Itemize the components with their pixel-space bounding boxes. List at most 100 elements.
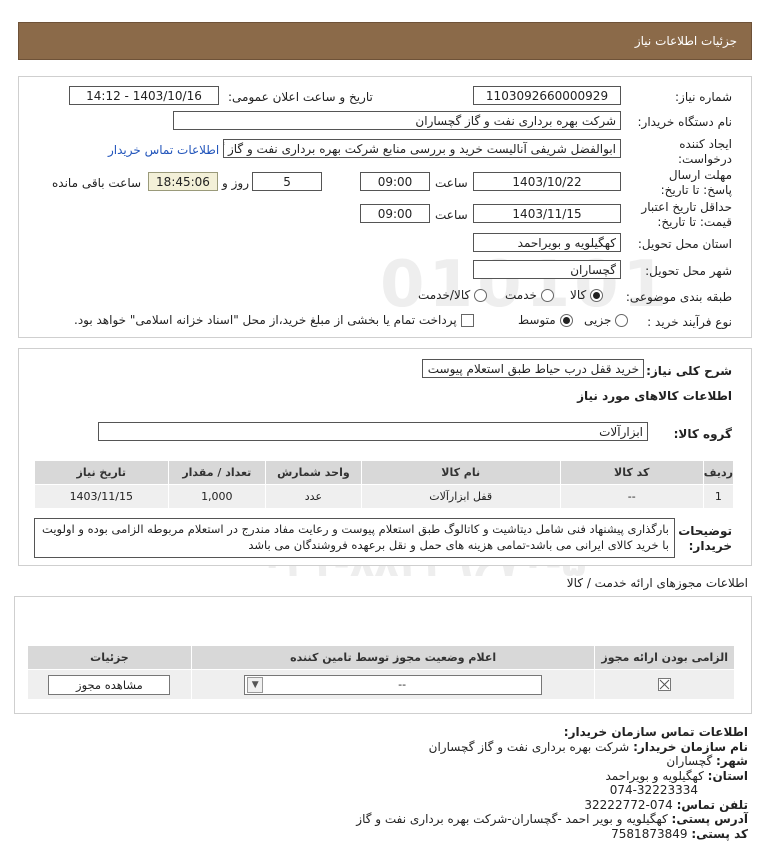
goods-table: ردیف کد کالا نام کالا واحد شمارش تعداد /… <box>34 460 735 509</box>
col-permit-status: اعلام وضعیت مجوز توسط تامین کننده <box>190 645 596 670</box>
remaining-time-label: ساعت باقی مانده <box>52 176 142 190</box>
contact-province-value: کهگیلویه و بویراحمد <box>605 768 704 783</box>
contact-postal-label: کد پستی: <box>691 826 748 841</box>
contact-city-label: شهر: <box>716 754 748 768</box>
category-goods-service-radio[interactable] <box>474 288 488 302</box>
col-code: کد کالا <box>559 460 704 485</box>
process-minor-radio[interactable] <box>615 313 629 327</box>
contact-province-label: استان: <box>707 768 748 783</box>
process-option-minor[interactable]: جزیی <box>584 313 629 327</box>
cell-permit-required <box>594 669 735 700</box>
contact-city: شهر: گچساران <box>8 754 748 769</box>
buyer-notes-label: توضیحات خریدار: <box>678 524 732 553</box>
col-permit-details: جزئیات <box>27 645 192 670</box>
buyer-field: شرکت بهره برداری نفت و گاز گچساران <box>173 111 621 130</box>
category-option-service[interactable]: خدمت <box>505 288 554 302</box>
permits-table: الزامی بودن ارائه مجوز اعلام وضعیت مجوز … <box>27 645 735 700</box>
permits-table-header: الزامی بودن ارائه مجوز اعلام وضعیت مجوز … <box>27 645 735 670</box>
col-permit-required: الزامی بودن ارائه مجوز <box>594 645 735 670</box>
validity-label: حداقل تاریخ اعتبار قیمت: تا تاریخ: <box>641 200 732 229</box>
contact-fax-value: 074-32223334 <box>609 783 698 797</box>
cell-code: -- <box>559 484 704 509</box>
col-name: نام کالا <box>360 460 561 485</box>
days-field: 5 <box>252 172 322 191</box>
contact-org: نام سازمان خریدار: شرکت بهره برداری نفت … <box>8 740 748 755</box>
contact-postal-value: 7581873849 <box>611 826 688 841</box>
contact-org-label: نام سازمان خریدار: <box>633 739 748 754</box>
buyer-contact-link[interactable]: اطلاعات تماس خریدار <box>108 143 219 157</box>
col-date: تاریخ نیاز <box>34 460 169 485</box>
contact-phone: تلفن تماس: 074-32222772 <box>8 798 748 813</box>
city-label: شهر محل تحویل: <box>645 264 732 278</box>
chevron-down-icon[interactable]: ▼ <box>247 676 264 693</box>
permit-status-select[interactable]: -- ▼ <box>244 674 543 695</box>
treasury-option[interactable]: پرداخت تمام یا بخشی از مبلغ خرید،از محل … <box>74 313 474 327</box>
buyer-notes-box: بارگذاری پیشنهاد فنی شامل دیتاشیت و کاتا… <box>34 518 675 558</box>
creator-field: ابوالفضل شریفی آنالیست خرید و بررسی مناب… <box>223 139 621 158</box>
goods-group-field: ابزارآلات <box>98 422 648 441</box>
summary-field: خرید قفل درب حیاط طبق استعلام پیوست <box>422 359 644 378</box>
category-goods-label: کالا <box>570 288 587 302</box>
need-number-field: 1103092660000929 <box>473 86 621 105</box>
announce-field: 1403/10/16 - 14:12 <box>69 86 219 105</box>
cell-row: 1 <box>702 484 735 509</box>
cell-qty: 1,000 <box>167 484 267 509</box>
col-row: ردیف <box>702 460 735 485</box>
contact-province: استان: کهگیلویه و بویراحمد <box>8 769 748 784</box>
days-label: روز و <box>222 176 249 190</box>
category-label: طبقه بندی موضوعی: <box>625 290 732 304</box>
cell-permit-status: -- ▼ <box>190 669 596 700</box>
contact-title: اطلاعات تماس سازمان خریدار: <box>563 725 748 739</box>
category-service-radio[interactable] <box>540 288 554 302</box>
contact-city-value: گچساران <box>666 754 713 768</box>
buyer-label: نام دستگاه خریدار: <box>637 115 733 129</box>
deadline-label: مهلت ارسال پاسخ: تا تاریخ: <box>660 168 732 197</box>
category-option-goods-service[interactable]: کالا/خدمت <box>418 288 488 302</box>
category-option-goods[interactable]: کالا <box>570 288 604 302</box>
deadline-time-label: ساعت <box>435 176 468 190</box>
category-goods-radio[interactable] <box>590 288 604 302</box>
process-minor-label: جزیی <box>584 313 612 327</box>
deadline-date-field: 1403/10/22 <box>473 172 621 191</box>
need-number-label: شماره نیاز: <box>675 90 732 104</box>
permit-status-value: -- <box>398 678 407 691</box>
col-qty: تعداد / مقدار <box>167 460 267 485</box>
announce-label: تاریخ و ساعت اعلان عمومی: <box>228 90 373 104</box>
validity-time-field: 09:00 <box>360 204 430 223</box>
province-label: استان محل تحویل: <box>637 237 732 251</box>
view-permit-button[interactable]: مشاهده مجوز <box>48 674 171 695</box>
cell-unit: عدد <box>265 484 362 509</box>
contact-postal: کد پستی: 7581873849 <box>8 827 748 842</box>
contact-address-label: آدرس پستی: <box>671 812 748 826</box>
col-unit: واحد شمارش <box>265 460 362 485</box>
contact-org-value: شرکت بهره برداری نفت و گاز گچساران <box>428 739 630 754</box>
category-service-label: خدمت <box>505 288 537 302</box>
contact-address: آدرس پستی: کهگیلویه و بویر احمد -گچساران… <box>8 812 748 827</box>
contact-address-value: کهگیلویه و بویر احمد -گچساران-شرکت بهره … <box>356 812 668 826</box>
treasury-checkbox[interactable] <box>460 313 474 327</box>
process-label: نوع فرآیند خرید : <box>647 315 732 329</box>
cell-date: 1403/11/15 <box>34 484 169 509</box>
creator-label: ایجاد کننده درخواست: <box>678 137 732 166</box>
remaining-time-field: 18:45:06 <box>148 172 218 191</box>
table-row: -- ▼ مشاهده مجوز <box>27 669 735 700</box>
table-row: 1 -- قفل ابزارآلات عدد 1,000 1403/11/15 <box>34 484 735 509</box>
process-medium-radio[interactable] <box>559 313 573 327</box>
page-title: جزئیات اطلاعات نیاز <box>634 34 737 48</box>
contact-phone-value: 074-32222772 <box>584 797 673 812</box>
cell-name: قفل ابزارآلات <box>360 484 561 509</box>
contact-phone-label: تلفن تماس: <box>676 797 748 812</box>
deadline-time-field: 09:00 <box>360 172 430 191</box>
goods-table-header: ردیف کد کالا نام کالا واحد شمارش تعداد /… <box>34 460 735 485</box>
treasury-note: پرداخت تمام یا بخشی از مبلغ خرید،از محل … <box>74 313 457 327</box>
page-header: جزئیات اطلاعات نیاز <box>18 22 752 60</box>
summary-label: شرح کلی نیاز: <box>646 364 732 378</box>
buyer-contact-section: اطلاعات تماس سازمان خریدار: نام سازمان خ… <box>8 725 748 841</box>
required-checkbox <box>658 678 672 692</box>
goods-info-title: اطلاعات کالاهای مورد نیاز <box>577 389 732 403</box>
validity-date-field: 1403/11/15 <box>473 204 621 223</box>
cell-permit-details: مشاهده مجوز <box>27 669 192 700</box>
process-option-medium[interactable]: متوسط <box>518 313 573 327</box>
province-field: کهگیلویه و بویراحمد <box>473 233 621 252</box>
goods-group-label: گروه کالا: <box>673 427 732 441</box>
